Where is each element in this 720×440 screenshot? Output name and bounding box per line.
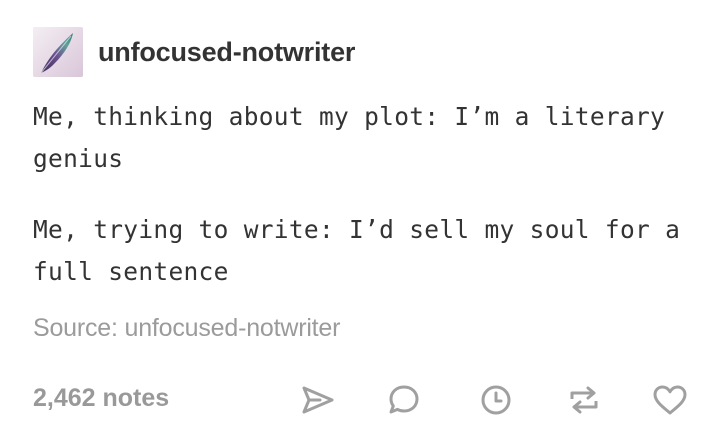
reblog-icon	[570, 386, 598, 414]
post-actions	[298, 380, 693, 420]
post-paragraph: Me, thinking about my plot: I’m a litera…	[33, 102, 666, 173]
reblog-button[interactable]	[564, 380, 604, 420]
post-footer: 2,462 notes	[33, 376, 693, 424]
username-link[interactable]: unfocused-notwriter	[98, 37, 355, 68]
like-button[interactable]	[650, 380, 690, 420]
notes-count[interactable]: 2,462 notes	[33, 384, 169, 413]
queue-button[interactable]	[476, 380, 516, 420]
paper-plane-icon	[302, 386, 334, 414]
post-body: Me, thinking about my plot: I’m a litera…	[33, 96, 693, 293]
heart-icon	[653, 385, 687, 415]
feather-avatar-image	[33, 27, 83, 77]
speech-bubble-icon	[389, 385, 419, 414]
share-button[interactable]	[298, 380, 338, 420]
post-card: unfocused-notwriter Me, thinking about m…	[0, 0, 720, 440]
avatar[interactable]	[33, 27, 83, 77]
source-link[interactable]: Source: unfocused-notwriter	[33, 314, 340, 343]
post-header: unfocused-notwriter	[33, 26, 355, 78]
clock-icon	[481, 385, 511, 415]
post-paragraph: Me, trying to write: I’d sell my soul fo…	[33, 215, 681, 286]
reply-button[interactable]	[384, 380, 424, 420]
